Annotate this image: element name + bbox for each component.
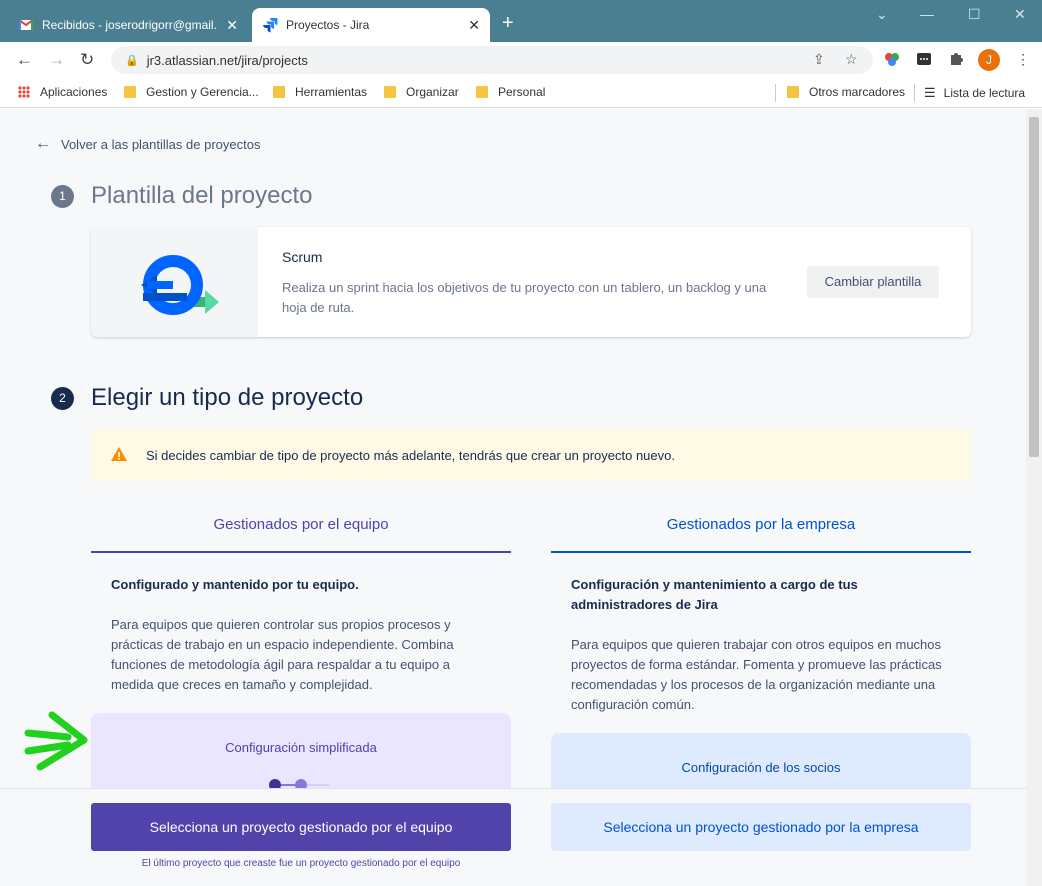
browser-toolbar: ← → ↻ 🔒 jr3.atlassian.net/jira/projects …: [0, 42, 1042, 78]
share-icon[interactable]: ⇪: [813, 51, 825, 68]
tab-title: Proyectos - Jira: [286, 18, 370, 32]
team-config-label: Configuración simplificada: [225, 740, 377, 755]
profile-avatar[interactable]: J: [978, 49, 1000, 71]
folder-icon: [273, 86, 285, 98]
selection-footer: Selecciona un proyecto gestionado por el…: [0, 788, 1026, 886]
close-tab-icon[interactable]: ✕: [226, 17, 238, 34]
company-managed-heading: Configuración y mantenimiento a cargo de…: [571, 577, 858, 612]
bookmark-label: Gestion y Gerencia...: [146, 85, 259, 99]
step-title: Plantilla del proyecto: [91, 182, 313, 209]
close-window-icon[interactable]: ✕: [1014, 6, 1026, 23]
tab-jira[interactable]: Proyectos - Jira ✕: [252, 8, 490, 42]
minimize-icon[interactable]: —: [920, 6, 934, 22]
lock-icon: 🔒: [125, 54, 139, 67]
bookmark-folder[interactable]: Organizar: [384, 85, 459, 99]
puzzle-icon[interactable]: [948, 51, 964, 70]
warning-icon: [110, 446, 128, 465]
back-link-label: Volver a las plantillas de proyectos: [61, 136, 261, 152]
reload-icon[interactable]: ↻: [80, 50, 94, 70]
folder-icon: [124, 86, 136, 98]
step-number: 2: [51, 386, 74, 410]
bookmark-label: Personal: [498, 85, 546, 99]
page-content: ← Volver a las plantillas de proyectos 1…: [0, 109, 1026, 886]
company-managed-description: Para equipos que quieren trabajar con ot…: [571, 637, 942, 712]
select-company-managed-button[interactable]: Selecciona un proyecto gestionado por la…: [551, 803, 971, 851]
extension-icon[interactable]: [916, 51, 932, 70]
step-title: Elegir un tipo de proyecto: [91, 384, 364, 411]
menu-icon[interactable]: ⋮: [1016, 51, 1030, 68]
maximize-icon[interactable]: ☐: [968, 6, 981, 23]
bookmark-folder[interactable]: Gestion y Gerencia...: [124, 85, 259, 99]
step-1-header: 1 Plantilla del proyecto: [51, 182, 312, 210]
scrum-icon: [141, 255, 219, 315]
bookmark-label: Otros marcadores: [809, 85, 906, 99]
forward-icon[interactable]: →: [48, 50, 65, 70]
scrollbar-thumb[interactable]: [1029, 117, 1039, 457]
template-thumbnail: [91, 227, 258, 337]
reading-list[interactable]: ☰ Lista de lectura: [924, 85, 1025, 101]
vertical-scrollbar[interactable]: [1026, 109, 1042, 886]
url-text: jr3.atlassian.net/jira/projects: [146, 52, 308, 68]
folder-icon: [787, 86, 799, 98]
bookmark-folder[interactable]: Herramientas: [273, 85, 367, 99]
bookmark-apps[interactable]: Aplicaciones: [18, 85, 107, 99]
bookmark-label: Organizar: [406, 85, 459, 99]
bookmark-other[interactable]: Otros marcadores: [787, 85, 905, 99]
arrow-left-icon: ←: [35, 135, 51, 152]
last-project-note: El último proyecto que creaste fue un pr…: [141, 858, 461, 869]
bookmark-label: Herramientas: [295, 85, 368, 99]
team-managed-column: Gestionados por el equipo Configurado y …: [91, 501, 511, 695]
template-description: Realiza un sprint hacia los objetivos de…: [282, 280, 767, 315]
team-managed-heading: Configurado y mantenido por tu equipo.: [111, 577, 359, 592]
template-card: Scrum Realiza un sprint hacia los objeti…: [91, 227, 971, 337]
reading-list-icon: ☰: [924, 85, 936, 100]
bookmark-folder[interactable]: Personal: [476, 85, 545, 99]
apps-grid-icon: [18, 86, 30, 98]
tab-company-managed[interactable]: Gestionados por la empresa: [551, 501, 971, 553]
tab-title: Recibidos - joserodrigorr@gmail.: [42, 18, 217, 32]
folder-icon: [384, 86, 396, 98]
jira-icon: [262, 17, 278, 33]
green-arrow-annotation: [24, 711, 88, 771]
color-extension-icon[interactable]: [884, 51, 900, 70]
address-bar[interactable]: 🔒 jr3.atlassian.net/jira/projects ⇪ ☆: [111, 46, 873, 74]
browser-tab-bar: Recibidos - joserodrigorr@gmail. ✕ Proye…: [0, 0, 1042, 42]
bookmark-star-icon[interactable]: ☆: [845, 51, 858, 68]
step-2-header: 2 Elegir un tipo de proyecto: [51, 384, 363, 412]
bookmark-separator: [914, 84, 915, 102]
bookmarks-bar: Aplicaciones Gestion y Gerencia... Herra…: [0, 78, 1042, 108]
tab-search-icon[interactable]: ⌄: [876, 6, 888, 23]
tab-gmail[interactable]: Recibidos - joserodrigorr@gmail. ✕: [8, 8, 248, 42]
company-config-label: Configuración de los socios: [681, 760, 841, 775]
back-icon[interactable]: ←: [16, 50, 33, 70]
tab-team-managed[interactable]: Gestionados por el equipo: [91, 501, 511, 553]
template-name: Scrum: [282, 249, 323, 265]
bookmark-separator: [775, 84, 776, 102]
new-tab-icon[interactable]: +: [502, 12, 514, 35]
gmail-icon: [18, 17, 34, 33]
bookmark-label: Lista de lectura: [943, 86, 1026, 100]
change-template-button[interactable]: Cambiar plantilla: [807, 266, 939, 298]
select-team-managed-button[interactable]: Selecciona un proyecto gestionado por el…: [91, 803, 511, 851]
close-tab-icon[interactable]: ✕: [468, 17, 480, 34]
folder-icon: [476, 86, 488, 98]
company-managed-column: Gestionados por la empresa Configuración…: [551, 501, 971, 715]
bookmark-label: Aplicaciones: [40, 85, 108, 99]
step-number: 1: [51, 184, 74, 208]
team-managed-description: Para equipos que quieren controlar sus p…: [111, 617, 454, 692]
warning-text: Si decides cambiar de tipo de proyecto m…: [146, 447, 675, 463]
back-to-templates-link[interactable]: ← Volver a las plantillas de proyectos: [35, 135, 260, 153]
warning-banner: Si decides cambiar de tipo de proyecto m…: [91, 429, 971, 481]
